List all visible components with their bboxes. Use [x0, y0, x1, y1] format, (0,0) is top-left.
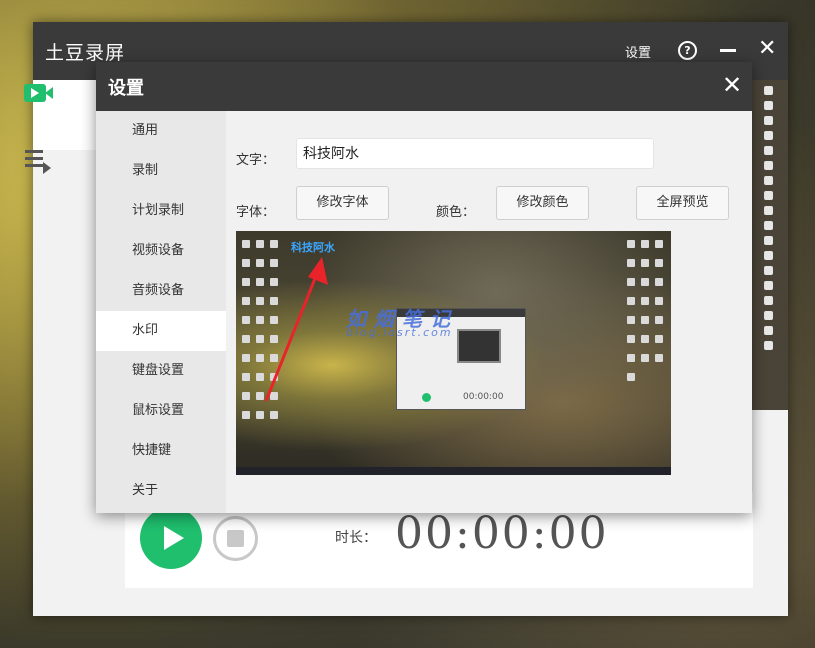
sidebar-item-watermark[interactable]: 水印: [96, 311, 226, 351]
preview-nested-window: [457, 329, 501, 363]
desktop-file-icon: [764, 236, 773, 245]
sidebar-item-record[interactable]: 录制: [96, 151, 226, 191]
sidebar-item-video-device[interactable]: 视频设备: [96, 231, 226, 271]
settings-link[interactable]: 设置: [625, 42, 651, 61]
watermark-preview: 00:00:00 科技阿水 如烟笔记 blog.iosrt.com: [236, 231, 671, 475]
desktop-file-icon: [764, 311, 773, 320]
help-icon[interactable]: ?: [678, 41, 697, 60]
desktop-preview-strip: [752, 80, 788, 410]
sidebar-item-hotkeys[interactable]: 快捷键: [96, 431, 226, 471]
dialog-titlebar: 设置 ✕: [96, 62, 752, 111]
stop-icon[interactable]: [213, 516, 258, 561]
play-icon[interactable]: [140, 507, 202, 569]
app-title: 土豆录屏: [45, 42, 126, 64]
sidebar-item-scheduled-record[interactable]: 计划录制: [96, 191, 226, 231]
camera-lens-shape: [45, 87, 53, 99]
duration-value: 00:00:00: [395, 508, 609, 559]
dialog-title: 设置: [108, 78, 144, 99]
settings-dialog: 设置 ✕ 通用 录制 计划录制 视频设备 音频设备 水印 键盘设置 鼠标设置 快…: [96, 62, 752, 513]
preview-taskbar: [236, 467, 671, 475]
preview-play-icon: [422, 393, 431, 402]
desktop-file-icon: [764, 161, 773, 170]
desktop-file-icon: [764, 296, 773, 305]
desktop-file-icon: [764, 176, 773, 185]
desktop-file-icon: [764, 191, 773, 200]
close-icon[interactable]: ✕: [758, 36, 776, 62]
sidebar-item-about[interactable]: 关于: [96, 471, 226, 511]
watermark-text-field[interactable]: 科技阿水: [296, 138, 654, 169]
desktop-file-icon: [764, 131, 773, 140]
text-label: 文字：: [236, 153, 276, 168]
preview-desktop-icons-right: [624, 236, 668, 436]
sidebar-item-audio-device[interactable]: 音频设备: [96, 271, 226, 311]
minimize-icon[interactable]: [720, 49, 736, 52]
watermark-settings-panel: 文字： 科技阿水 字体： 修改字体 颜色： 修改颜色 全屏预览 00:00:00…: [226, 111, 752, 513]
desktop-file-icon: [764, 221, 773, 230]
change-color-button[interactable]: 修改颜色: [496, 186, 589, 220]
duration-label: 时长：: [335, 530, 377, 546]
video-camera-icon[interactable]: [24, 84, 53, 102]
desktop-file-icon: [764, 266, 773, 275]
playlist-icon[interactable]: [25, 150, 51, 176]
red-arrow-icon: [264, 257, 328, 402]
desktop-file-icon: [764, 146, 773, 155]
desktop-file-icon: [764, 326, 773, 335]
desktop-file-icon: [764, 341, 773, 350]
fullscreen-preview-button[interactable]: 全屏预览: [636, 186, 729, 220]
font-label: 字体：: [236, 205, 276, 220]
desktop-file-icon: [764, 86, 773, 95]
color-label: 颜色：: [436, 205, 476, 220]
preview-timer: 00:00:00: [463, 392, 504, 402]
desktop-file-icon: [764, 101, 773, 110]
settings-sidebar: 通用 录制 计划录制 视频设备 音频设备 水印 键盘设置 鼠标设置 快捷键 关于: [96, 111, 226, 513]
site-watermark-url: blog.iosrt.com: [346, 326, 453, 339]
desktop-file-icon: [764, 281, 773, 290]
change-font-button[interactable]: 修改字体: [296, 186, 389, 220]
desktop-file-icon: [764, 206, 773, 215]
sidebar-item-keyboard[interactable]: 键盘设置: [96, 351, 226, 391]
desktop-file-icon: [764, 116, 773, 125]
sidebar-item-general[interactable]: 通用: [96, 111, 226, 151]
dialog-close-icon[interactable]: ✕: [722, 70, 742, 100]
sidebar-item-mouse[interactable]: 鼠标设置: [96, 391, 226, 431]
desktop-file-icon: [764, 251, 773, 260]
